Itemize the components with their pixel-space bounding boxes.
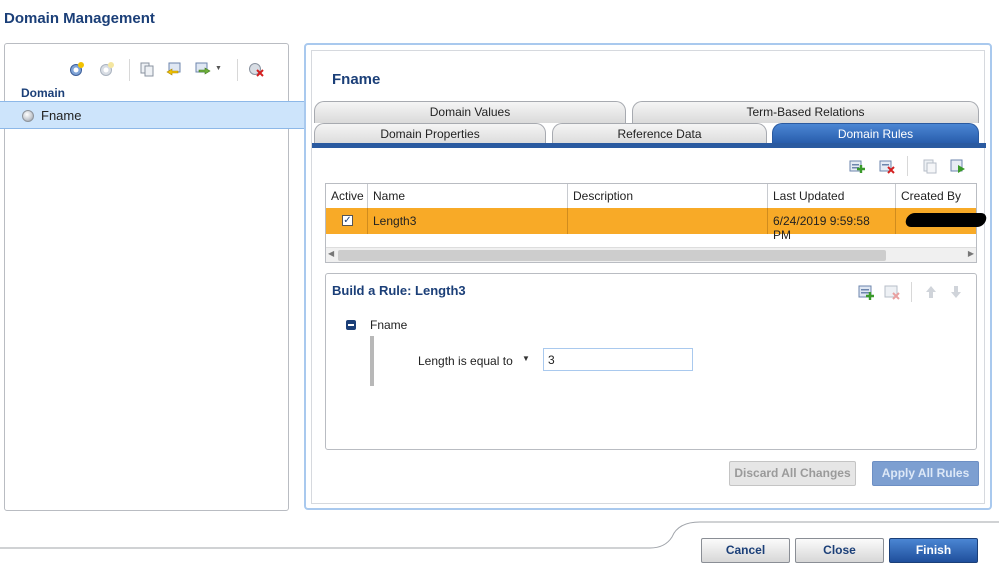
tab-domain-properties[interactable]: Domain Properties bbox=[314, 123, 546, 145]
tab-domain-values[interactable]: Domain Values bbox=[314, 101, 626, 123]
chevron-down-icon[interactable]: ▼ bbox=[522, 354, 530, 363]
domain-title: Fname bbox=[332, 71, 381, 88]
create-domain-icon[interactable] bbox=[69, 61, 85, 77]
domain-column-header: Domain bbox=[21, 86, 66, 100]
delete-domain-icon[interactable] bbox=[248, 61, 264, 77]
domain-detail-panel: Fname Domain Values Term-Based Relations… bbox=[304, 43, 992, 510]
domain-item-label: Fname bbox=[41, 108, 82, 123]
scroll-right-icon[interactable]: ▶ bbox=[968, 249, 974, 258]
tab-domain-rules[interactable]: Domain Rules bbox=[772, 123, 979, 145]
import-domain-icon[interactable] bbox=[166, 61, 182, 77]
scrollbar-thumb[interactable] bbox=[338, 250, 886, 261]
condition-value-input[interactable] bbox=[543, 348, 693, 371]
chevron-down-icon[interactable]: ▼ bbox=[215, 65, 222, 72]
move-down-icon[interactable] bbox=[948, 284, 964, 300]
domain-list-panel: ▼ Domain Fname bbox=[0, 43, 305, 511]
build-rule-title: Build a Rule: Length3 bbox=[332, 283, 466, 298]
add-rule-icon[interactable] bbox=[849, 158, 865, 174]
horizontal-scrollbar[interactable]: ◀ ▶ bbox=[326, 247, 976, 262]
domain-detail-content: Fname Domain Values Term-Based Relations… bbox=[311, 50, 988, 504]
close-button[interactable]: Close bbox=[795, 538, 884, 563]
export-domain-icon[interactable] bbox=[195, 61, 211, 77]
copy-rule-icon[interactable] bbox=[922, 158, 938, 174]
discard-all-changes-button[interactable]: Discard All Changes bbox=[729, 461, 856, 486]
copy-domain-icon[interactable] bbox=[139, 61, 155, 77]
page-title: Domain Management bbox=[4, 10, 155, 27]
cell-last-updated: 6/24/2019 9:59:58 PM bbox=[768, 208, 896, 242]
column-header-active[interactable]: Active bbox=[326, 184, 368, 208]
finish-button[interactable]: Finish bbox=[889, 538, 978, 563]
column-header-last-updated[interactable]: Last Updated bbox=[768, 184, 896, 208]
active-checkbox[interactable]: ✓ bbox=[342, 215, 353, 226]
collapse-node-button[interactable] bbox=[346, 320, 356, 330]
move-up-icon[interactable] bbox=[923, 284, 939, 300]
delete-rule-icon[interactable] bbox=[879, 158, 895, 174]
tab-reference-data[interactable]: Reference Data bbox=[552, 123, 767, 145]
add-condition-icon[interactable] bbox=[858, 284, 874, 300]
delete-condition-icon[interactable] bbox=[884, 284, 900, 300]
column-header-name[interactable]: Name bbox=[368, 184, 568, 208]
table-row[interactable]: ✓ Length3 6/24/2019 9:59:58 PM bbox=[326, 208, 988, 242]
condition-bracket bbox=[370, 336, 374, 386]
cell-name: Length3 bbox=[368, 208, 568, 234]
redacted-created-by bbox=[904, 213, 988, 227]
column-header-created-by[interactable]: Created By bbox=[896, 184, 976, 208]
cancel-button[interactable]: Cancel bbox=[701, 538, 790, 563]
cell-description bbox=[568, 208, 768, 234]
column-header-description[interactable]: Description bbox=[568, 184, 768, 208]
tab-strip-underline bbox=[312, 143, 986, 148]
condition-operator-label[interactable]: Length is equal to bbox=[418, 354, 513, 368]
cell-active: ✓ bbox=[326, 208, 368, 234]
domain-icon bbox=[22, 110, 34, 122]
tab-term-based-relations[interactable]: Term-Based Relations bbox=[632, 101, 979, 123]
create-composite-domain-icon[interactable] bbox=[99, 61, 115, 77]
domain-list-item-fname[interactable]: Fname bbox=[0, 101, 305, 129]
scroll-left-icon[interactable]: ◀ bbox=[328, 249, 334, 258]
run-rule-icon[interactable] bbox=[950, 158, 966, 174]
rule-node-label: Fname bbox=[370, 318, 408, 332]
apply-all-rules-button[interactable]: Apply All Rules bbox=[872, 461, 979, 486]
build-rule-panel: Build a Rule: Length3 Fname Length is eq… bbox=[325, 273, 977, 450]
rules-grid: Active Name Description Last Updated Cre… bbox=[325, 183, 988, 263]
